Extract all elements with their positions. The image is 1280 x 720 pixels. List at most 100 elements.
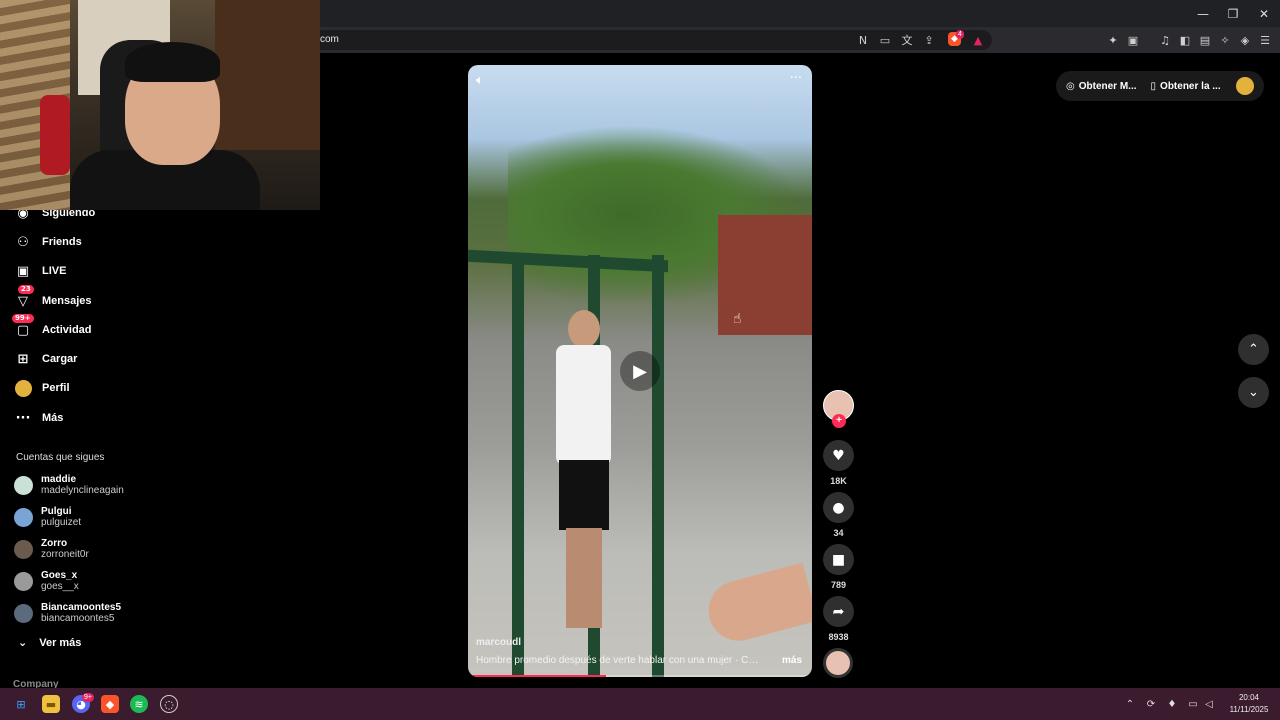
account-item[interactable]: Zorro zorroneit0r xyxy=(14,535,89,563)
messages-icon: ▽ 23 xyxy=(14,285,34,310)
address-bar-text[interactable]: com xyxy=(320,34,339,45)
caption-more-button[interactable]: más xyxy=(782,655,802,666)
account-item[interactable]: Goes_x goes__x xyxy=(14,567,79,595)
windows-taskbar xyxy=(0,688,1280,720)
like-count: 18K xyxy=(830,476,847,486)
video-author[interactable]: marcoudl xyxy=(476,637,521,648)
previous-video-button[interactable]: ⌃ xyxy=(1238,334,1269,365)
avatar xyxy=(14,603,33,623)
tab-search-icon[interactable]: ▣ xyxy=(1125,32,1141,48)
activity-icon: ▢ 99+ xyxy=(12,314,34,339)
restore-button[interactable]: ❐ xyxy=(1218,0,1248,27)
account-name: Zorro xyxy=(41,538,68,549)
bookmark-icon: ■ xyxy=(831,551,846,568)
sidebar-item-live[interactable]: ▣ LIVE xyxy=(14,260,67,282)
more-icon: ··· xyxy=(15,410,31,426)
microphone-icon[interactable]: ♦ xyxy=(1165,697,1179,711)
more-options-icon[interactable]: ··· xyxy=(790,71,802,86)
volume-icon[interactable]: 🔈︎ xyxy=(476,73,484,88)
profile-icon xyxy=(14,379,32,397)
video-caption: Hombre promedio después de verte hablar … xyxy=(476,655,761,666)
play-button[interactable]: ▶ xyxy=(620,351,660,391)
account-item[interactable]: maddie madelynclineagain xyxy=(14,471,124,499)
save-count: 789 xyxy=(830,580,847,590)
play-icon: ▶ xyxy=(633,360,647,382)
sync-icon[interactable]: ⟳ xyxy=(1144,697,1158,711)
sidebar-item-profile[interactable]: Perfil xyxy=(14,377,70,399)
reader-icon[interactable]: N xyxy=(855,32,871,48)
network-icon[interactable]: ▭ xyxy=(1186,697,1200,711)
account-name: Biancamoontes5 xyxy=(41,602,122,613)
sidebar-item-messages[interactable]: ▽ 23 Mensajes xyxy=(14,285,92,312)
share-button[interactable]: ➦ xyxy=(823,596,854,627)
tray-expand-icon[interactable]: ⌃ xyxy=(1123,697,1137,711)
spotify-icon[interactable]: ≋ xyxy=(130,695,148,713)
video-person xyxy=(556,310,616,640)
comment-button[interactable]: ● xyxy=(823,492,854,523)
webcam-overlay xyxy=(0,0,320,210)
next-video-button[interactable]: ⌄ xyxy=(1238,377,1269,408)
account-username: biancamoontes5 xyxy=(41,613,115,624)
video-fence-bar xyxy=(652,255,664,677)
like-button[interactable]: ♥ xyxy=(823,440,854,471)
sidebar-item-more[interactable]: ··· Más xyxy=(14,407,64,429)
leo-ai-icon[interactable]: ✧ xyxy=(1217,32,1233,48)
account-username: madelynclineagain xyxy=(41,485,124,496)
vpn-icon[interactable]: ◈ xyxy=(1237,32,1253,48)
brave-shields-badge: 4 xyxy=(956,30,964,39)
minimize-button[interactable]: — xyxy=(1188,0,1218,27)
sidebar-item-label: Cargar xyxy=(42,353,78,365)
comment-icon: ● xyxy=(832,499,845,516)
compass-icon: ◎ xyxy=(1066,80,1075,92)
obs-icon[interactable]: ◌ xyxy=(160,695,178,713)
mouse-cursor-icon: ☝ xyxy=(733,311,742,327)
see-more-button[interactable]: ⌄ Ver más xyxy=(18,636,81,649)
share-icon[interactable]: ⇪ xyxy=(921,32,937,48)
follow-icon[interactable]: + xyxy=(832,414,846,428)
comment-count: 34 xyxy=(833,528,844,538)
see-more-label: Ver más xyxy=(39,636,82,649)
windows-start-icon[interactable]: ⊞ xyxy=(12,695,30,713)
video-player[interactable]: 🔈︎ ··· ▶ ☝ marcoudl Hombre promedio desp… xyxy=(468,65,812,677)
translate-icon[interactable]: 文 xyxy=(899,32,915,48)
get-app-button[interactable]: ▯ Obtener la ... xyxy=(1151,81,1221,92)
menu-icon[interactable]: ☰ xyxy=(1257,32,1273,48)
account-item[interactable]: Pulgui pulguizet xyxy=(14,503,81,531)
speaker-icon[interactable]: ◁ xyxy=(1202,697,1216,711)
sidebar-item-label: LIVE xyxy=(42,265,67,277)
account-username: goes__x xyxy=(41,581,79,592)
top-right-bar: ◎ Obtener M... ▯ Obtener la ... xyxy=(1056,71,1264,101)
avatar xyxy=(14,571,33,591)
chevron-up-icon: ⌃ xyxy=(1248,342,1259,357)
user-avatar[interactable] xyxy=(1236,77,1254,95)
save-button[interactable]: ■ xyxy=(823,544,854,575)
cast-icon[interactable]: ▭ xyxy=(877,32,893,48)
sidebar-item-label: Friends xyxy=(42,236,82,248)
sidebar-toggle-icon[interactable]: ◧ xyxy=(1177,32,1193,48)
sidebar-item-upload[interactable]: ⊞ Cargar xyxy=(14,348,78,370)
close-button[interactable]: ✕ xyxy=(1249,0,1279,27)
phone-icon: ▯ xyxy=(1150,80,1157,92)
music-disc-icon[interactable] xyxy=(823,648,853,678)
get-app-label: Obtener la ... xyxy=(1160,80,1221,92)
sidebar-item-label: Más xyxy=(42,412,64,424)
media-icon[interactable]: ♫ xyxy=(1157,32,1173,48)
extensions-icon[interactable]: ✦ xyxy=(1105,32,1121,48)
activity-badge: 99+ xyxy=(12,314,34,323)
sidebar-item-label: Perfil xyxy=(42,382,70,394)
account-name: maddie xyxy=(41,474,77,485)
sidebar-item-friends[interactable]: ⚇ Friends xyxy=(14,231,82,253)
system-clock[interactable]: 20:04 11/11/2025 xyxy=(1222,692,1276,716)
avatar xyxy=(14,475,33,495)
account-item[interactable]: Biancamoontes5 biancamoontes5 xyxy=(14,599,121,627)
wallet-icon[interactable]: ▤ xyxy=(1197,32,1213,48)
get-mode-button[interactable]: ◎ Obtener M... xyxy=(1066,81,1137,92)
brave-browser-icon[interactable]: ◆ xyxy=(101,695,119,713)
brave-rewards-icon[interactable]: ▲ xyxy=(970,32,986,48)
file-explorer-icon[interactable]: ▬ xyxy=(42,695,60,713)
avatar xyxy=(14,539,33,559)
share-arrow-icon: ➦ xyxy=(832,603,845,620)
video-hand xyxy=(702,562,812,648)
sidebar-item-activity[interactable]: ▢ 99+ Actividad xyxy=(12,314,92,341)
webcam-streamer-hair xyxy=(125,42,220,82)
